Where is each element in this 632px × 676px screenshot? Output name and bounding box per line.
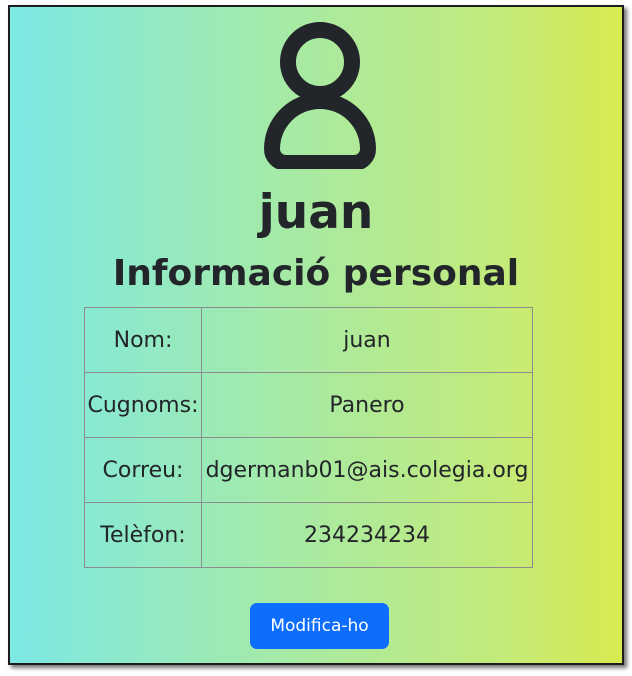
personal-info-table: Nom: juan Cugnoms: Panero Correu: dgerma… — [84, 307, 533, 568]
username-heading: juan — [258, 185, 374, 240]
name-value: juan — [201, 307, 533, 373]
email-label: Correu: — [84, 437, 202, 503]
edit-button[interactable]: Modifica-ho — [250, 603, 389, 649]
surname-label: Cugnoms: — [84, 372, 202, 438]
phone-label: Telèfon: — [84, 502, 202, 568]
surname-value: Panero — [201, 372, 533, 438]
profile-card: juan Informació personal Nom: juan Cugno… — [8, 5, 624, 665]
table-row-email: Correu: dgermanb01@ais.colegia.org — [84, 437, 533, 503]
name-label: Nom: — [84, 307, 202, 373]
personal-info-title: Informació personal — [112, 253, 520, 294]
phone-value: 234234234 — [201, 502, 533, 568]
email-value: dgermanb01@ais.colegia.org — [201, 437, 533, 503]
user-icon — [264, 22, 376, 169]
table-row-surname: Cugnoms: Panero — [84, 372, 533, 438]
table-row-name: Nom: juan — [84, 307, 533, 373]
table-row-phone: Telèfon: 234234234 — [84, 502, 533, 568]
